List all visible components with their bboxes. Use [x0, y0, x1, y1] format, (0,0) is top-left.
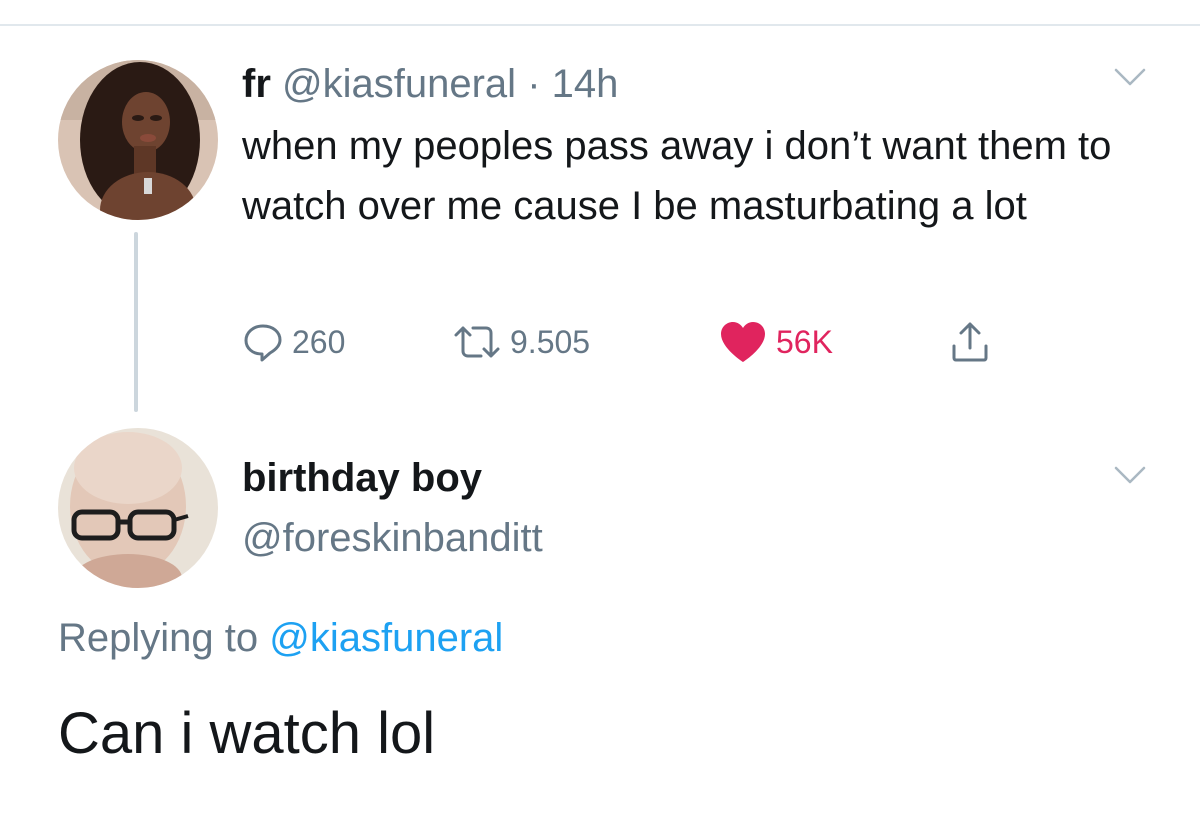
like-button[interactable]: 56K	[718, 318, 833, 366]
like-count: 56K	[776, 323, 833, 360]
author-name[interactable]: fr	[242, 62, 271, 106]
retweet-button[interactable]: 9.505	[452, 318, 590, 366]
tweet-timestamp[interactable]: 14h	[552, 62, 619, 106]
retweet-count: 9.505	[510, 323, 591, 360]
reply-icon	[244, 324, 282, 362]
tweet-options-chevron-down-icon[interactable]	[1110, 62, 1150, 92]
thread-connector-line	[134, 232, 138, 412]
reply-count: 260	[292, 323, 346, 360]
reply-author-avatar[interactable]	[58, 428, 218, 588]
tweet-text: when my peoples pass away i don’t want t…	[242, 124, 1112, 228]
tweet-actions: 260 9.505 56K	[242, 318, 1042, 366]
reply-author-handle[interactable]: @foreskinbanditt	[242, 514, 543, 562]
heart-icon	[721, 322, 765, 362]
avatar-photo-icon	[58, 428, 218, 588]
reply-button[interactable]: 260	[242, 318, 345, 366]
share-icon	[952, 322, 988, 362]
author-handle[interactable]: @kiasfuneral	[282, 62, 516, 106]
top-divider	[0, 24, 1200, 26]
replying-to-line: Replying to @kiasfuneral	[58, 614, 503, 662]
reply-text: Can i watch lol	[58, 701, 436, 766]
header-separator: ·	[527, 62, 541, 106]
avatar-photo-icon	[58, 60, 218, 220]
replying-to-prefix: Replying to	[58, 616, 259, 660]
reply-author-name[interactable]: birthday boy	[242, 454, 482, 502]
tweet-header: fr @kiasfuneral · 14h	[242, 60, 618, 108]
retweet-icon	[454, 326, 500, 358]
replying-to-mention-link[interactable]: @kiasfuneral	[269, 616, 503, 660]
share-button[interactable]	[948, 318, 992, 366]
reply-options-chevron-down-icon[interactable]	[1110, 460, 1150, 490]
author-avatar[interactable]	[58, 60, 218, 220]
